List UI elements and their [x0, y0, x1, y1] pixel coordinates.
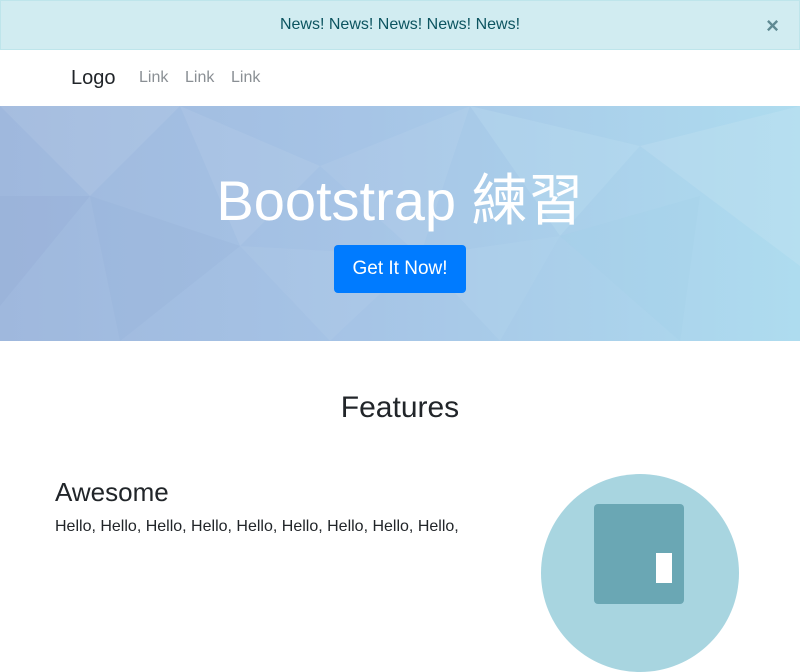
hero-banner: Bootstrap 練習 Get It Now! [0, 106, 800, 341]
feature-text: Hello, Hello, Hello, Hello, Hello, Hello… [55, 518, 459, 535]
nav-link-3[interactable]: Link [231, 69, 260, 87]
document-icon [594, 504, 684, 604]
feature-heading: Awesome [55, 477, 169, 507]
news-alert: News! News! News! News! News! × [0, 0, 800, 50]
feature-image [541, 474, 739, 672]
navbar: Logo Link Link Link [0, 50, 800, 106]
nav-link-1[interactable]: Link [139, 69, 168, 87]
close-icon[interactable]: × [766, 12, 779, 40]
features-title: Features [340, 391, 460, 424]
hero-title: Bootstrap 練習 [216, 169, 584, 232]
alert-message: News! News! News! News! News! [279, 16, 521, 33]
navbar-brand[interactable]: Logo [71, 67, 116, 90]
get-it-now-button[interactable]: Get It Now! [334, 245, 466, 293]
nav-link-2[interactable]: Link [185, 69, 214, 87]
